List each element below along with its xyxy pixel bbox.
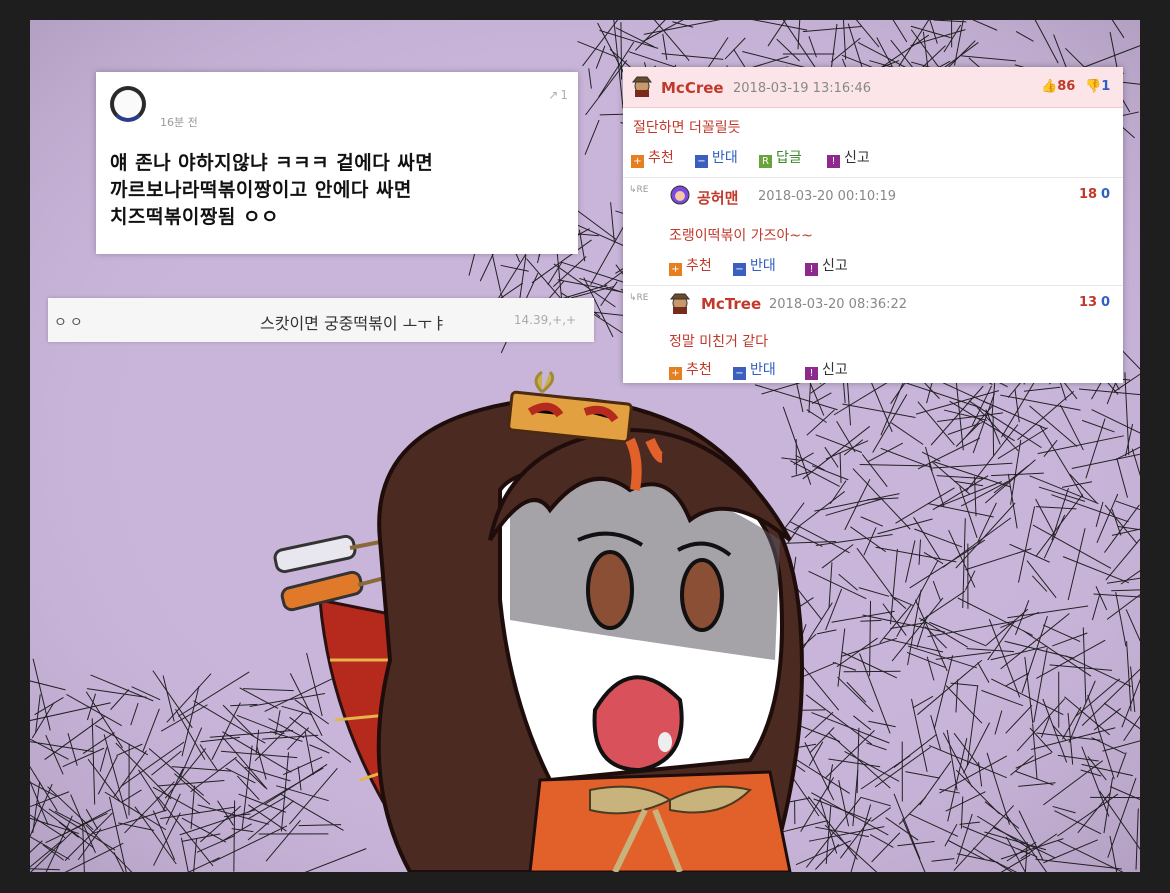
- downvote-count[interactable]: 0: [1101, 295, 1110, 310]
- report-button[interactable]: ! 신고: [827, 149, 870, 168]
- post-line: 치즈떡볶이짱됨 ㅇㅇ: [110, 206, 279, 228]
- post-card: 16분 전 ↗ 1 얘 존나 야하지않냐 ㅋㅋㅋ 겉에다 싸면 까르보나라떡볶이짱…: [96, 72, 578, 254]
- post-time: 16분 전: [160, 116, 198, 129]
- plus-icon: +: [669, 367, 682, 380]
- reply-icon: R: [759, 155, 772, 168]
- comments-panel: McCree 2018-03-19 13:16:46 👍86 👎1 절단하면 더…: [623, 67, 1123, 383]
- post-body: 얘 존나 야하지않냐 ㅋㅋㅋ 겉에다 싸면 까르보나라떡볶이짱이고 안에다 싸면…: [110, 150, 564, 231]
- strip-meta: 14.39,+,+: [513, 313, 576, 327]
- comment-username[interactable]: McCree: [661, 79, 724, 97]
- image-frame: 16분 전 ↗ 1 얘 존나 야하지않냐 ㅋㅋㅋ 겉에다 싸면 까르보나라떡볶이짱…: [30, 20, 1140, 872]
- thumbs-up-icon: 👍: [1041, 79, 1058, 94]
- reply-date: 2018-03-20 00:10:19: [758, 189, 897, 204]
- upvote-count[interactable]: 👍86: [1041, 79, 1075, 94]
- strip-text: 스캇이면 궁중떡볶이 ㅗㅜㅑ: [260, 314, 447, 333]
- divider: [623, 285, 1123, 286]
- report-icon: !: [827, 155, 840, 168]
- avatar[interactable]: [110, 86, 146, 122]
- user-avatar-icon: [631, 76, 653, 97]
- comment-strip: ㅇㅇ 스캇이면 궁중떡볶이 ㅗㅜㅑ 14.39,+,+: [48, 298, 594, 342]
- divider: [623, 177, 1123, 178]
- strip-author: ㅇㅇ: [54, 315, 86, 331]
- oppose-button[interactable]: − 반대: [733, 361, 776, 380]
- recommend-button[interactable]: + 추천: [631, 149, 674, 168]
- minus-icon: −: [695, 155, 708, 168]
- report-button[interactable]: ! 신고: [805, 361, 848, 380]
- share-icon: ↗: [548, 88, 559, 102]
- downvote-count[interactable]: 👎1: [1085, 79, 1110, 94]
- share-count: 1: [560, 88, 568, 102]
- reply-tag: ↳RE: [629, 293, 649, 303]
- recommend-button[interactable]: + 추천: [669, 361, 712, 380]
- reply-tag: ↳RE: [629, 185, 649, 195]
- comment-date: 2018-03-19 13:16:46: [733, 81, 872, 96]
- downvote-count[interactable]: 0: [1101, 187, 1110, 202]
- report-icon: !: [805, 367, 818, 380]
- reply-date: 2018-03-20 08:36:22: [769, 297, 908, 312]
- post-line: 얘 존나 야하지않냐 ㅋㅋㅋ 겉에다 싸면: [110, 152, 434, 174]
- report-icon: !: [805, 263, 818, 276]
- reply-button[interactable]: R 답글: [759, 149, 802, 168]
- post-line: 까르보나라떡볶이짱이고 안에다 싸면: [110, 179, 412, 201]
- plus-icon: +: [669, 263, 682, 276]
- reply-text: 정말 미친거 같다: [669, 334, 769, 350]
- upvote-count[interactable]: 13: [1079, 295, 1097, 310]
- recommend-button[interactable]: + 추천: [669, 257, 712, 276]
- share-button[interactable]: ↗ 1: [548, 88, 568, 102]
- report-button[interactable]: ! 신고: [805, 257, 848, 276]
- comment-text: 절단하면 더꼴릴듯: [633, 120, 741, 136]
- reply-text: 조랭이떡볶이 가즈아~~: [669, 228, 813, 244]
- oppose-button[interactable]: − 반대: [733, 257, 776, 276]
- upvote-count[interactable]: 18: [1079, 187, 1097, 202]
- user-avatar-icon: [670, 185, 690, 205]
- minus-icon: −: [733, 263, 746, 276]
- reply-username[interactable]: 공허맨: [697, 187, 738, 208]
- user-avatar-icon: [669, 293, 691, 314]
- thumbs-down-icon: 👎: [1085, 79, 1102, 94]
- reply-username[interactable]: McTree: [701, 295, 761, 313]
- plus-icon: +: [631, 155, 644, 168]
- oppose-button[interactable]: − 반대: [695, 149, 738, 168]
- minus-icon: −: [733, 367, 746, 380]
